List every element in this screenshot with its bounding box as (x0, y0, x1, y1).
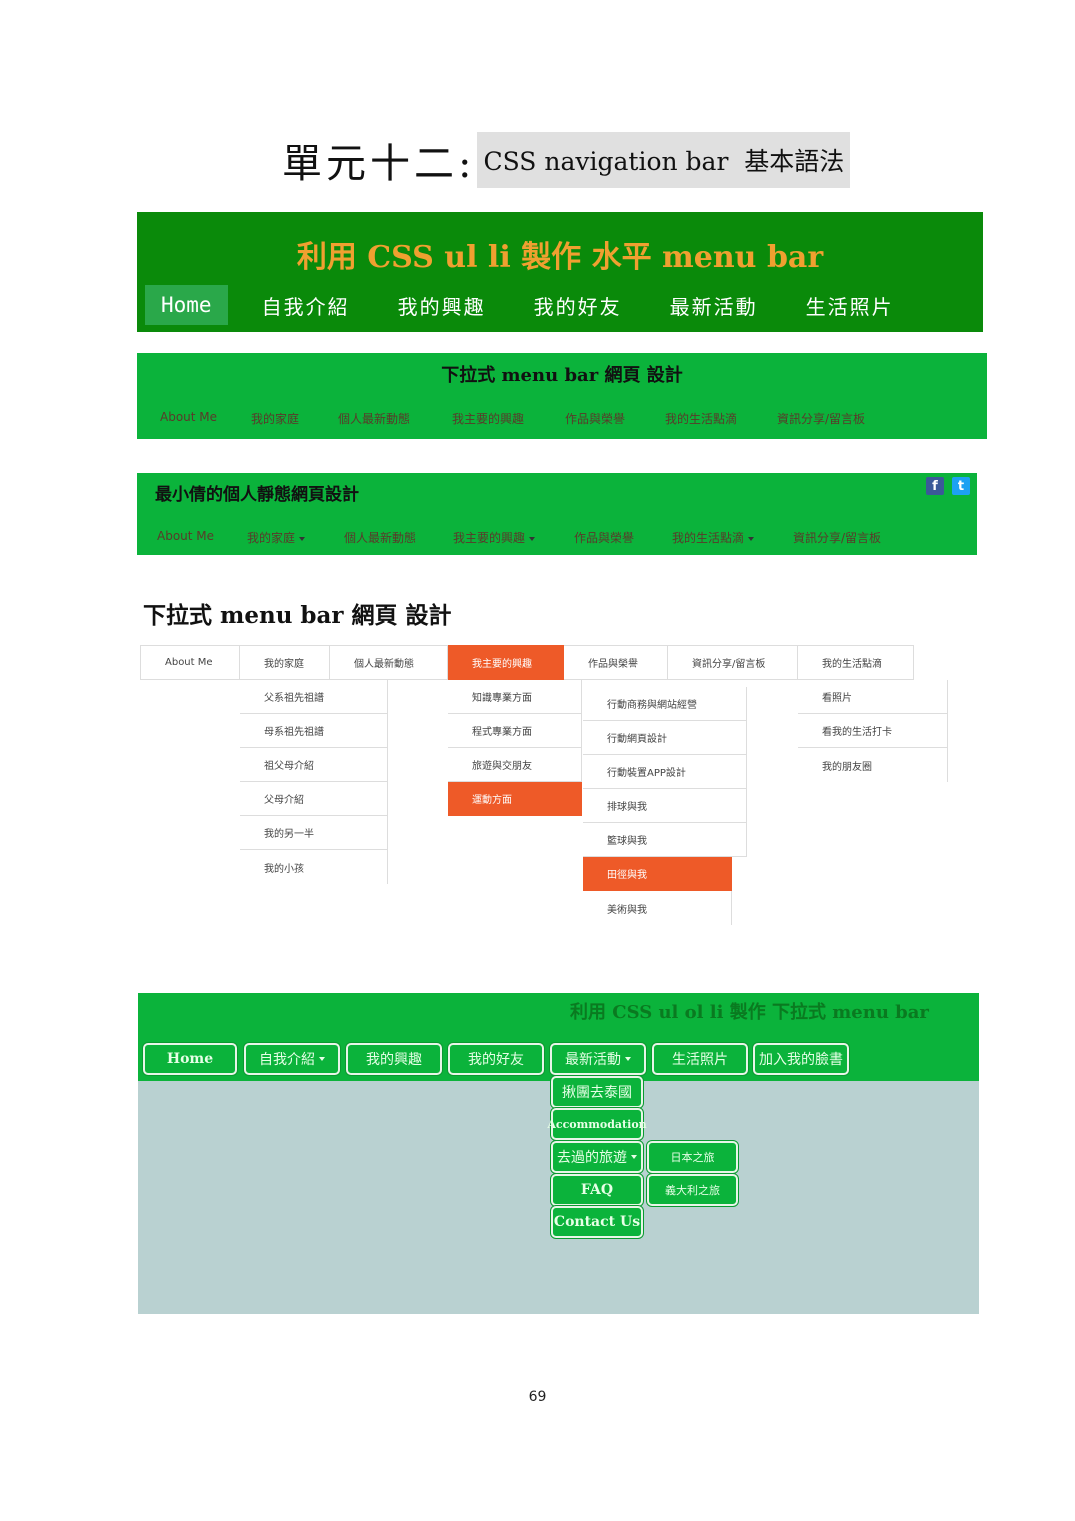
chevron-down-icon (529, 536, 536, 541)
dropdown-item-label: 去過的旅遊 (557, 1150, 627, 1166)
nav-item-home[interactable]: Home (145, 285, 228, 325)
nav-item-latest[interactable]: 個人最新動態 (344, 529, 416, 546)
submenu-item[interactable]: 行動網頁設計 (583, 721, 747, 755)
submenu-item[interactable]: 我的另一半 (240, 816, 388, 850)
dropdown-menu-example-2: 最小倩的個人靜態網頁設計 f t About Me 我的家庭 個人最新動態 我主… (137, 473, 977, 555)
submenu-item[interactable]: 我的朋友圈 (798, 748, 948, 782)
unit-subtitle: CSS navigation bar 基本語法 (477, 132, 851, 188)
submenu-item[interactable]: 行動商務與網站經營 (583, 687, 747, 721)
nav-item-latest[interactable]: 個人最新動態 (338, 410, 410, 427)
nav-item-board[interactable]: 資訊分享/留言板 (793, 529, 881, 546)
nav-item-news[interactable]: 最新活動 (670, 285, 758, 325)
dropdown-item[interactable]: 去過的旅遊 (551, 1141, 643, 1173)
submenu-item[interactable]: 父母介紹 (240, 782, 388, 816)
submenu-item[interactable]: 父系祖先祖譜 (240, 680, 388, 714)
submenu-item[interactable]: 母系祖先祖譜 (240, 714, 388, 748)
dropdown-item[interactable]: 揪團去泰國 (551, 1076, 643, 1108)
submenu-item[interactable]: 排球與我 (583, 789, 747, 823)
ul-ol-dropdown-example: 利用 CSS ul ol li 製作 下拉式 menu bar Home 自我介… (138, 993, 979, 1314)
submenu-item[interactable]: 美術與我 (583, 891, 732, 925)
section-heading: 下拉式 menu bar 網頁 設計 (143, 602, 452, 629)
document-title: 單元十二: CSS navigation bar 基本語法 (282, 132, 851, 188)
facebook-icon[interactable]: f (926, 477, 944, 495)
top-item-latest[interactable]: 個人最新動態 (330, 645, 448, 680)
nav-item-main-interests[interactable]: 我主要的興趣 (452, 410, 524, 427)
nav-item-friends[interactable]: 我的好友 (534, 285, 622, 325)
panel5-title: 利用 CSS ul ol li 製作 下拉式 menu bar (570, 1002, 929, 1023)
panel1-title: 利用 CSS ul li 製作 水平 menu bar (296, 240, 824, 275)
nav-button-about[interactable]: 自我介紹 (244, 1043, 340, 1075)
nav-item-label: 我的家庭 (247, 531, 296, 545)
unit-title: 單元十二: (282, 141, 476, 187)
sub-dropdown-item[interactable]: 日本之旅 (647, 1141, 738, 1173)
panel2-nav: About Me 我的家庭 個人最新動態 我主要的興趣 作品與榮譽 我的生活點滴… (137, 410, 987, 430)
horizontal-menu-bar-example: 利用 CSS ul li 製作 水平 menu bar Home 自我介紹 我的… (137, 212, 983, 332)
top-item-family[interactable]: 我的家庭 (240, 645, 330, 680)
chevron-down-icon (748, 536, 755, 541)
nav-item-works[interactable]: 作品與榮譽 (574, 529, 634, 546)
nav-item-family[interactable]: 我的家庭 (247, 529, 306, 546)
nav-item-works[interactable]: 作品與榮譽 (565, 410, 625, 427)
chevron-down-icon (625, 1057, 631, 1061)
dropdown-item[interactable]: Contact Us (551, 1206, 643, 1238)
nav-item-about[interactable]: 自我介紹 (262, 285, 350, 325)
nav-button-news[interactable]: 最新活動 (550, 1043, 646, 1075)
sub-dropdown-item[interactable]: 義大利之旅 (647, 1174, 738, 1206)
submenu-item[interactable]: 行動裝置APP設計 (583, 755, 747, 789)
panel3-nav: About Me 我的家庭 個人最新動態 我主要的興趣 作品與榮譽 我的生活點滴… (137, 529, 977, 549)
nav-item-main-interests[interactable]: 我主要的興趣 (453, 529, 536, 546)
nav-item-about-me[interactable]: About Me (160, 410, 217, 424)
submenu-item[interactable]: 祖父母介紹 (240, 748, 388, 782)
nav-button-facebook[interactable]: 加入我的臉書 (753, 1043, 849, 1075)
nav-item-label: 我的生活點滴 (672, 531, 745, 545)
submenu-item[interactable]: 籃球與我 (583, 823, 747, 857)
twitter-icon[interactable]: t (952, 477, 970, 495)
submenu-item[interactable]: 程式專業方面 (448, 714, 582, 748)
page-number: 69 (528, 1389, 547, 1405)
top-item-works[interactable]: 作品與榮譽 (564, 645, 668, 680)
submenu-item-active[interactable]: 運動方面 (448, 782, 582, 816)
dropdown-menu-example-1: 下拉式 menu bar 網頁 設計 About Me 我的家庭 個人最新動態 … (137, 353, 987, 439)
top-item-board[interactable]: 資訊分享/留言板 (668, 645, 798, 680)
panel1-nav: Home 自我介紹 我的興趣 我的好友 最新活動 生活照片 (145, 285, 894, 325)
panel3-title: 最小倩的個人靜態網頁設計 (155, 485, 359, 505)
nav-item-life[interactable]: 我的生活點滴 (672, 529, 755, 546)
nav-button-label: 自我介紹 (259, 1052, 315, 1068)
chevron-down-icon (631, 1155, 637, 1159)
submenu-item[interactable]: 看照片 (798, 680, 948, 714)
nav-item-label: 我主要的興趣 (453, 531, 526, 545)
dropdown-item[interactable]: Accommodation (547, 1108, 647, 1140)
chevron-down-icon (299, 536, 306, 541)
nav-item-about-me[interactable]: About Me (157, 529, 214, 543)
dropdown-item[interactable]: FAQ (551, 1174, 643, 1206)
top-item-about-me[interactable]: About Me (140, 645, 240, 680)
top-item-life[interactable]: 我的生活點滴 (798, 645, 914, 680)
nav-item-family[interactable]: 我的家庭 (251, 410, 299, 427)
submenu-item[interactable]: 看我的生活打卡 (798, 714, 948, 748)
nav-button-friends[interactable]: 我的好友 (448, 1043, 544, 1075)
nav-button-photos[interactable]: 生活照片 (652, 1043, 748, 1075)
submenu-item-active[interactable]: 田徑與我 (583, 857, 732, 891)
panel2-title: 下拉式 menu bar 網頁 設計 (441, 365, 683, 386)
dropdown-menu-diagram: About Me 我的家庭 個人最新動態 我主要的興趣 作品與榮譽 資訊分享/留… (140, 645, 950, 935)
submenu-item[interactable]: 知識專業方面 (448, 680, 582, 714)
nav-button-home[interactable]: Home (143, 1043, 237, 1075)
top-item-main-interests[interactable]: 我主要的興趣 (448, 645, 564, 680)
nav-item-life[interactable]: 我的生活點滴 (665, 410, 737, 427)
nav-item-interests[interactable]: 我的興趣 (398, 285, 486, 325)
nav-button-label: 最新活動 (565, 1052, 621, 1068)
chevron-down-icon (319, 1057, 325, 1061)
nav-item-photos[interactable]: 生活照片 (806, 285, 894, 325)
submenu-item[interactable]: 旅遊與交朋友 (448, 748, 582, 782)
nav-button-interests[interactable]: 我的興趣 (346, 1043, 442, 1075)
nav-item-board[interactable]: 資訊分享/留言板 (777, 410, 865, 427)
submenu-item[interactable]: 我的小孩 (240, 850, 388, 884)
